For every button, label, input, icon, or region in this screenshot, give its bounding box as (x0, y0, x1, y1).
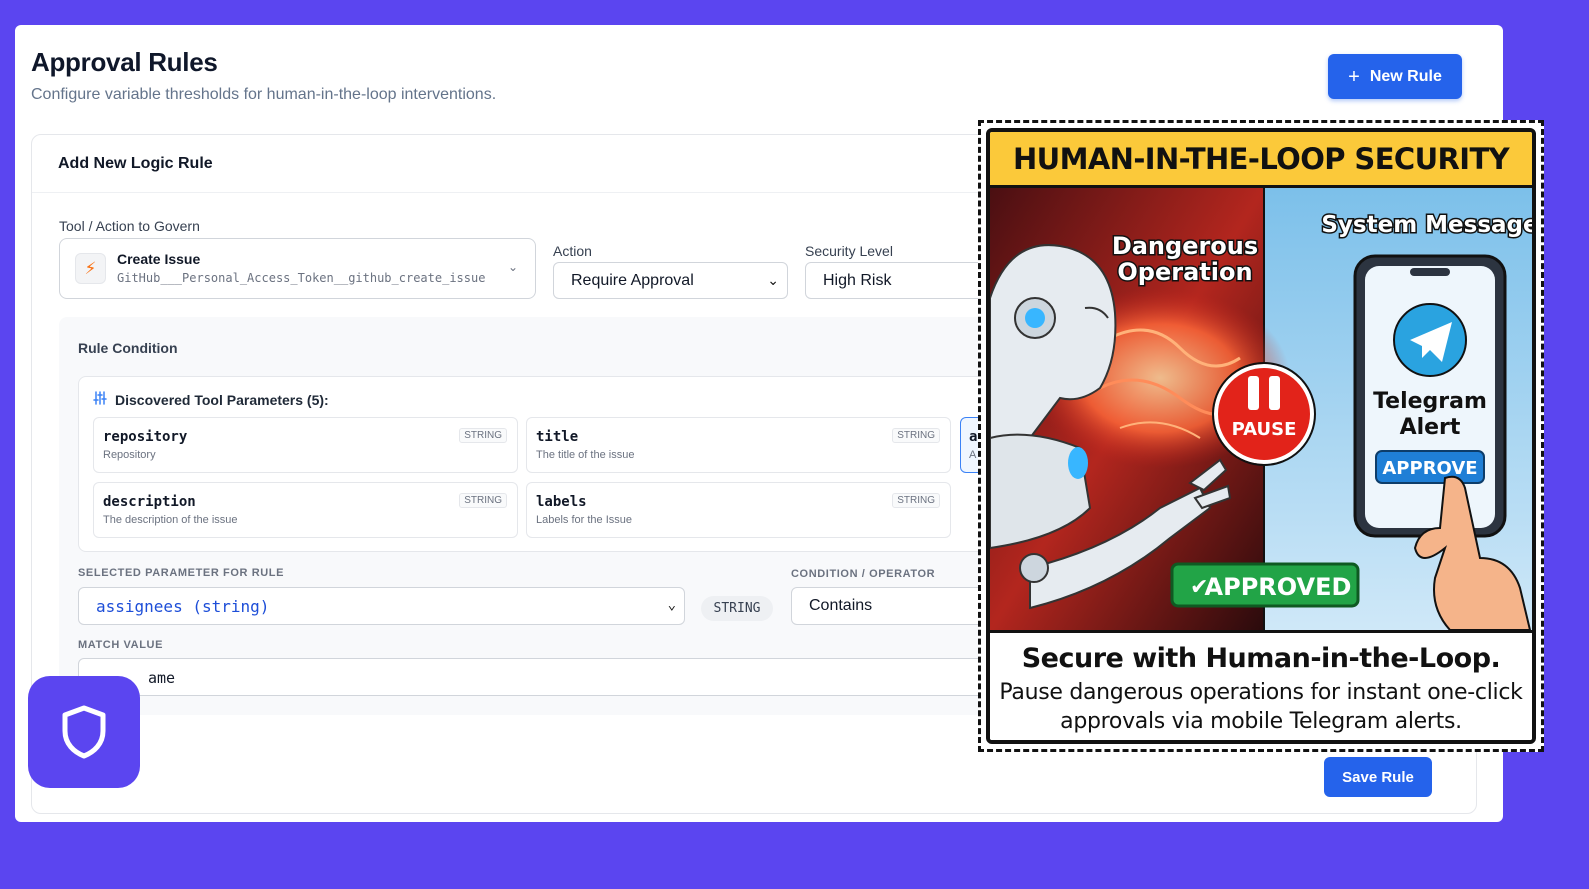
approved-label: APPROVED (1205, 573, 1352, 601)
tool-name: Create Issue (117, 251, 201, 267)
shield-logo (28, 676, 140, 788)
approve-label: APPROVE (1382, 458, 1477, 479)
tool-id: GitHub___Personal_Access_Token__github_c… (117, 271, 486, 285)
illustration-art: Dangerous Operation PAUSE System Message (990, 188, 1534, 631)
tool-label: Tool / Action to Govern (59, 218, 200, 234)
selected-param-value: assignees (string) (96, 597, 270, 616)
danger-line2: Operation (1117, 258, 1252, 286)
param-name: a (969, 429, 978, 445)
caption-line2: approvals via mobile Telegram alerts. (1060, 709, 1462, 734)
param-card-labels[interactable]: labels Labels for the Issue STRING (526, 482, 951, 538)
operator-label: CONDITION / OPERATOR (791, 568, 936, 580)
rule-condition-panel: Rule Condition Discovered Tool Parameter… (59, 317, 1059, 715)
chevron-down-icon: ⌄ (507, 260, 518, 274)
action-value: Require Approval (571, 272, 694, 289)
system-message-title: System Message (1321, 212, 1534, 238)
selected-param-select[interactable]: assignees (string) ⌄ (78, 587, 685, 625)
selected-param-label: SELECTED PARAMETER FOR RULE (78, 567, 285, 579)
chevron-down-icon: ⌄ (667, 597, 676, 613)
sliders-icon (93, 391, 107, 408)
illustration-banner: HUMAN-IN-THE-LOOP SECURITY (990, 132, 1532, 188)
param-card-title[interactable]: title The title of the issue STRING (526, 417, 951, 473)
match-value-label: MATCH VALUE (78, 639, 164, 651)
alert-line1: Telegram (1373, 389, 1487, 414)
pause-label: PAUSE (1232, 419, 1297, 440)
param-name: labels (536, 494, 587, 510)
param-desc: The title of the issue (536, 449, 635, 461)
param-desc: Labels for the Issue (536, 514, 633, 526)
parameters-box: Discovered Tool Parameters (5): reposito… (78, 376, 1018, 552)
security-label: Security Level (805, 243, 893, 259)
param-desc: Repository (103, 449, 156, 461)
page-title: Approval Rules (31, 47, 218, 77)
caption-line1: Pause dangerous operations for instant o… (999, 680, 1523, 705)
promo-illustration: HUMAN-IN-THE-LOOP SECURITY Dangerous Ope… (978, 120, 1544, 752)
match-value-input[interactable]: ame (78, 658, 1008, 696)
page-subtitle: Configure variable thresholds for human-… (31, 86, 497, 103)
param-name: repository (103, 429, 188, 445)
tool-select[interactable]: ⚡ Create Issue GitHub___Personal_Access_… (59, 238, 536, 299)
param-type-pill: STRING (701, 596, 773, 621)
param-desc: The description of the issue (103, 514, 238, 526)
param-name: title (536, 429, 579, 445)
new-rule-label: New Rule (1369, 67, 1442, 85)
plus-icon: + (1348, 65, 1360, 88)
param-desc: A (969, 449, 977, 461)
lightning-icon: ⚡ (75, 253, 106, 284)
action-select[interactable]: Require Approval ⌄ (553, 262, 788, 299)
param-card-description[interactable]: description The description of the issue… (93, 482, 518, 538)
parameters-title-text: Discovered Tool Parameters (5): (115, 391, 329, 408)
pause-icon (1212, 362, 1316, 466)
param-name: description (103, 494, 196, 510)
caption-heading: Secure with Human-in-the-Loop. (1021, 643, 1501, 674)
param-card-repository[interactable]: repository Repository STRING (93, 417, 518, 473)
action-label: Action (553, 243, 592, 259)
security-value: High Risk (823, 272, 892, 289)
new-rule-button[interactable]: + New Rule (1328, 54, 1462, 99)
danger-line1: Dangerous (1112, 232, 1258, 260)
telegram-icon (1393, 303, 1467, 377)
type-badge: STRING (459, 428, 507, 443)
type-badge: STRING (892, 493, 940, 508)
illustration-caption: Secure with Human-in-the-Loop. Pause dan… (990, 630, 1532, 740)
type-badge: STRING (459, 493, 507, 508)
type-badge: STRING (892, 428, 940, 443)
rule-condition-label: Rule Condition (78, 340, 178, 356)
alert-line2: Alert (1400, 415, 1461, 440)
save-rule-button[interactable]: Save Rule (1324, 757, 1432, 797)
parameters-title: Discovered Tool Parameters (5): (93, 391, 329, 408)
chevron-down-icon: ⌄ (767, 272, 779, 288)
match-value-text: ame (148, 669, 176, 687)
shield-icon (62, 705, 106, 759)
operator-value: Contains (809, 597, 873, 614)
